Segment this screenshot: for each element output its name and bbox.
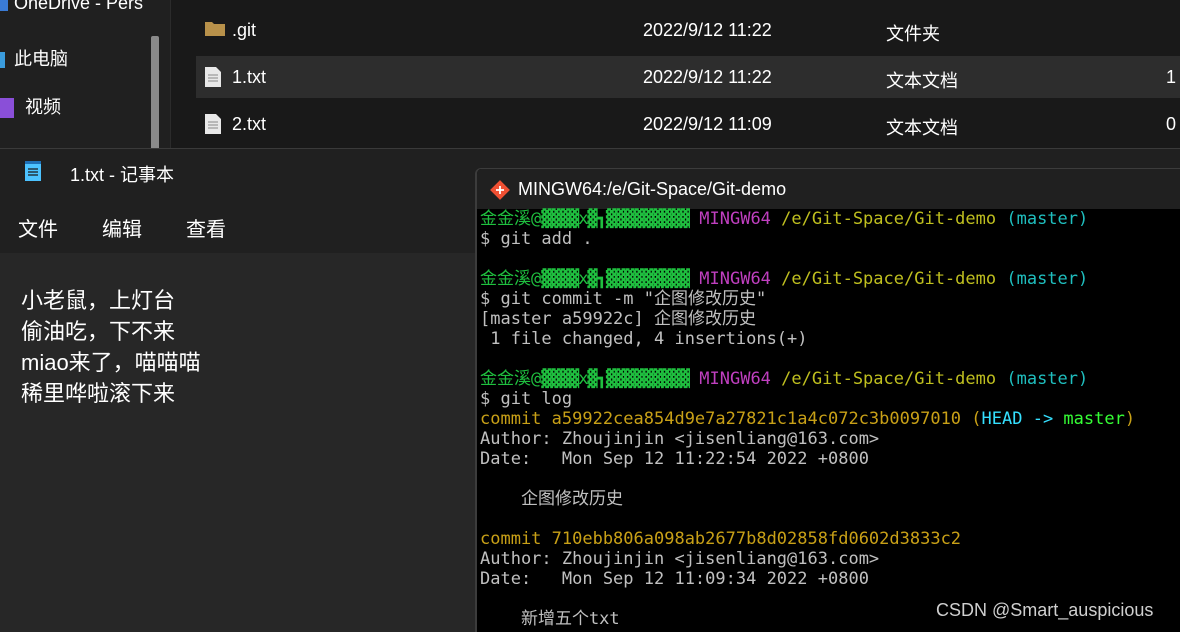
commit-hash: commit a59922cea854d9e7a27821c1a4c072c3b…: [480, 409, 962, 429]
prompt-branch: (master): [1006, 209, 1089, 229]
log-author: Author: Zhoujinjin <jisenliang@163.com>: [480, 549, 880, 569]
file-size: 0: [1166, 114, 1177, 134]
prompt-line: 金金溪@▓▓▓▓x▓┓▓▓▓▓▓▓▓▓▓ MINGW64 /e/Git-Spac…: [480, 369, 1180, 389]
file-row-git[interactable]: .git 2022/9/12 11:22 文件夹: [196, 9, 1180, 51]
terminal-titlebar[interactable]: MINGW64:/e/Git-Space/Git-demo: [477, 169, 1180, 209]
navigation-pane: OneDrive - Pers 此电脑 视频: [0, 0, 171, 150]
file-type: 文本文档: [886, 71, 958, 91]
output-line: 1 file changed, 4 insertions(+): [480, 329, 808, 349]
prompt-user: 金金溪@: [480, 369, 542, 389]
file-name: .git: [232, 20, 257, 40]
nav-scrollbar[interactable]: [151, 36, 159, 150]
menu-edit[interactable]: 编辑: [102, 213, 142, 242]
file-row-2txt[interactable]: 2.txt 2022/9/12 11:09 文本文档 0: [196, 103, 1180, 145]
prompt-path: /e/Git-Space/Git-demo: [781, 209, 997, 229]
prompt-host: ▓▓▓▓x▓┓▓▓▓▓▓▓▓▓▓: [541, 209, 690, 229]
log-date: Date: Mon Sep 12 11:09:34 2022 +0800: [480, 569, 869, 589]
ref-paren: (: [961, 409, 982, 429]
text-file-icon: [204, 113, 222, 140]
folder-icon: [204, 19, 226, 42]
editor-line: 偷油吃，下不来: [21, 319, 176, 344]
file-list: .git 2022/9/12 11:22 文件夹 1.txt 2022/9/12…: [172, 0, 1180, 150]
nav-item-videos[interactable]: 视频: [0, 92, 61, 122]
file-type: 文本文档: [886, 118, 958, 138]
editor-line: miao来了，喵喵喵: [21, 350, 201, 375]
prompt-env: MINGW64: [699, 209, 771, 229]
log-commit-line: commit a59922cea854d9e7a27821c1a4c072c3b…: [480, 409, 1180, 429]
prompt-user: 金金溪@: [480, 209, 542, 229]
computer-icon: [0, 52, 5, 69]
prompt-user: 金金溪@: [480, 269, 542, 289]
ref-paren: ): [1124, 409, 1136, 429]
prompt-line: 金金溪@▓▓▓▓x▓┓▓▓▓▓▓▓▓▓▓ MINGW64 /e/Git-Spac…: [480, 209, 1180, 229]
prompt-host: ▓▓▓▓x▓┓▓▓▓▓▓▓▓▓▓: [541, 269, 690, 289]
command-line: $ git add .: [480, 229, 593, 249]
file-row-1txt[interactable]: 1.txt 2022/9/12 11:22 文本文档 1: [196, 56, 1180, 98]
text-file-icon: [204, 66, 222, 93]
git-bash-window[interactable]: MINGW64:/e/Git-Space/Git-demo 金金溪@▓▓▓▓x▓…: [475, 168, 1180, 632]
prompt-branch: (master): [1006, 269, 1089, 289]
nav-item-onedrive[interactable]: OneDrive - Pers: [0, 0, 143, 18]
prompt-line: 金金溪@▓▓▓▓x▓┓▓▓▓▓▓▓▓▓▓ MINGW64 /e/Git-Spac…: [480, 269, 1180, 289]
editor-line: 稀里哗啦滚下来: [21, 381, 176, 406]
notepad-title: 1.txt - 记事本: [70, 165, 175, 185]
command-line: $ git log: [480, 389, 573, 409]
log-commit-line: commit 710ebb806a098ab2677b8d02858fd0602…: [480, 529, 1180, 549]
output-line: [master a59922c] 企图修改历史: [480, 309, 756, 329]
editor-line: 小老鼠，上灯台: [21, 288, 176, 313]
prompt-path: /e/Git-Space/Git-demo: [781, 369, 997, 389]
prompt-branch: (master): [1006, 369, 1089, 389]
file-name: 2.txt: [232, 114, 267, 134]
log-author: Author: Zhoujinjin <jisenliang@163.com>: [480, 429, 880, 449]
menu-view[interactable]: 查看: [186, 213, 226, 242]
menu-file[interactable]: 文件: [18, 213, 58, 242]
terminal-title: MINGW64:/e/Git-Space/Git-demo: [518, 179, 787, 199]
prompt-host: ▓▓▓▓x▓┓▓▓▓▓▓▓▓▓▓: [541, 369, 690, 389]
prompt-env: MINGW64: [699, 269, 771, 289]
command-line: $ git commit -m "企图修改历史": [480, 289, 767, 309]
file-type: 文件夹: [886, 24, 940, 44]
head-ref: HEAD ->: [981, 409, 1064, 429]
cloud-icon: [0, 0, 8, 12]
file-date: 2022/9/12 11:22: [643, 20, 772, 40]
prompt-path: /e/Git-Space/Git-demo: [781, 269, 997, 289]
csdn-watermark: CSDN @Smart_auspicious: [936, 600, 1154, 620]
notepad-icon: [24, 160, 42, 182]
file-date: 2022/9/12 11:22: [643, 67, 772, 87]
branch-ref: master: [1063, 409, 1125, 429]
commit-hash: commit 710ebb806a098ab2677b8d02858fd0602…: [480, 529, 962, 549]
file-date: 2022/9/12 11:09: [643, 114, 772, 134]
terminal-output[interactable]: 金金溪@▓▓▓▓x▓┓▓▓▓▓▓▓▓▓▓ MINGW64 /e/Git-Spac…: [480, 209, 1180, 629]
prompt-env: MINGW64: [699, 369, 771, 389]
git-logo-icon: [489, 179, 511, 201]
file-explorer: OneDrive - Pers 此电脑 视频 .git 2022/9/12 11…: [0, 0, 1180, 150]
file-size: 1: [1166, 67, 1177, 87]
video-icon: [0, 98, 14, 119]
file-name: 1.txt: [232, 67, 267, 87]
log-date: Date: Mon Sep 12 11:22:54 2022 +0800: [480, 449, 869, 469]
nav-item-this-pc[interactable]: 此电脑: [0, 44, 68, 74]
log-message: 企图修改历史: [480, 489, 623, 509]
